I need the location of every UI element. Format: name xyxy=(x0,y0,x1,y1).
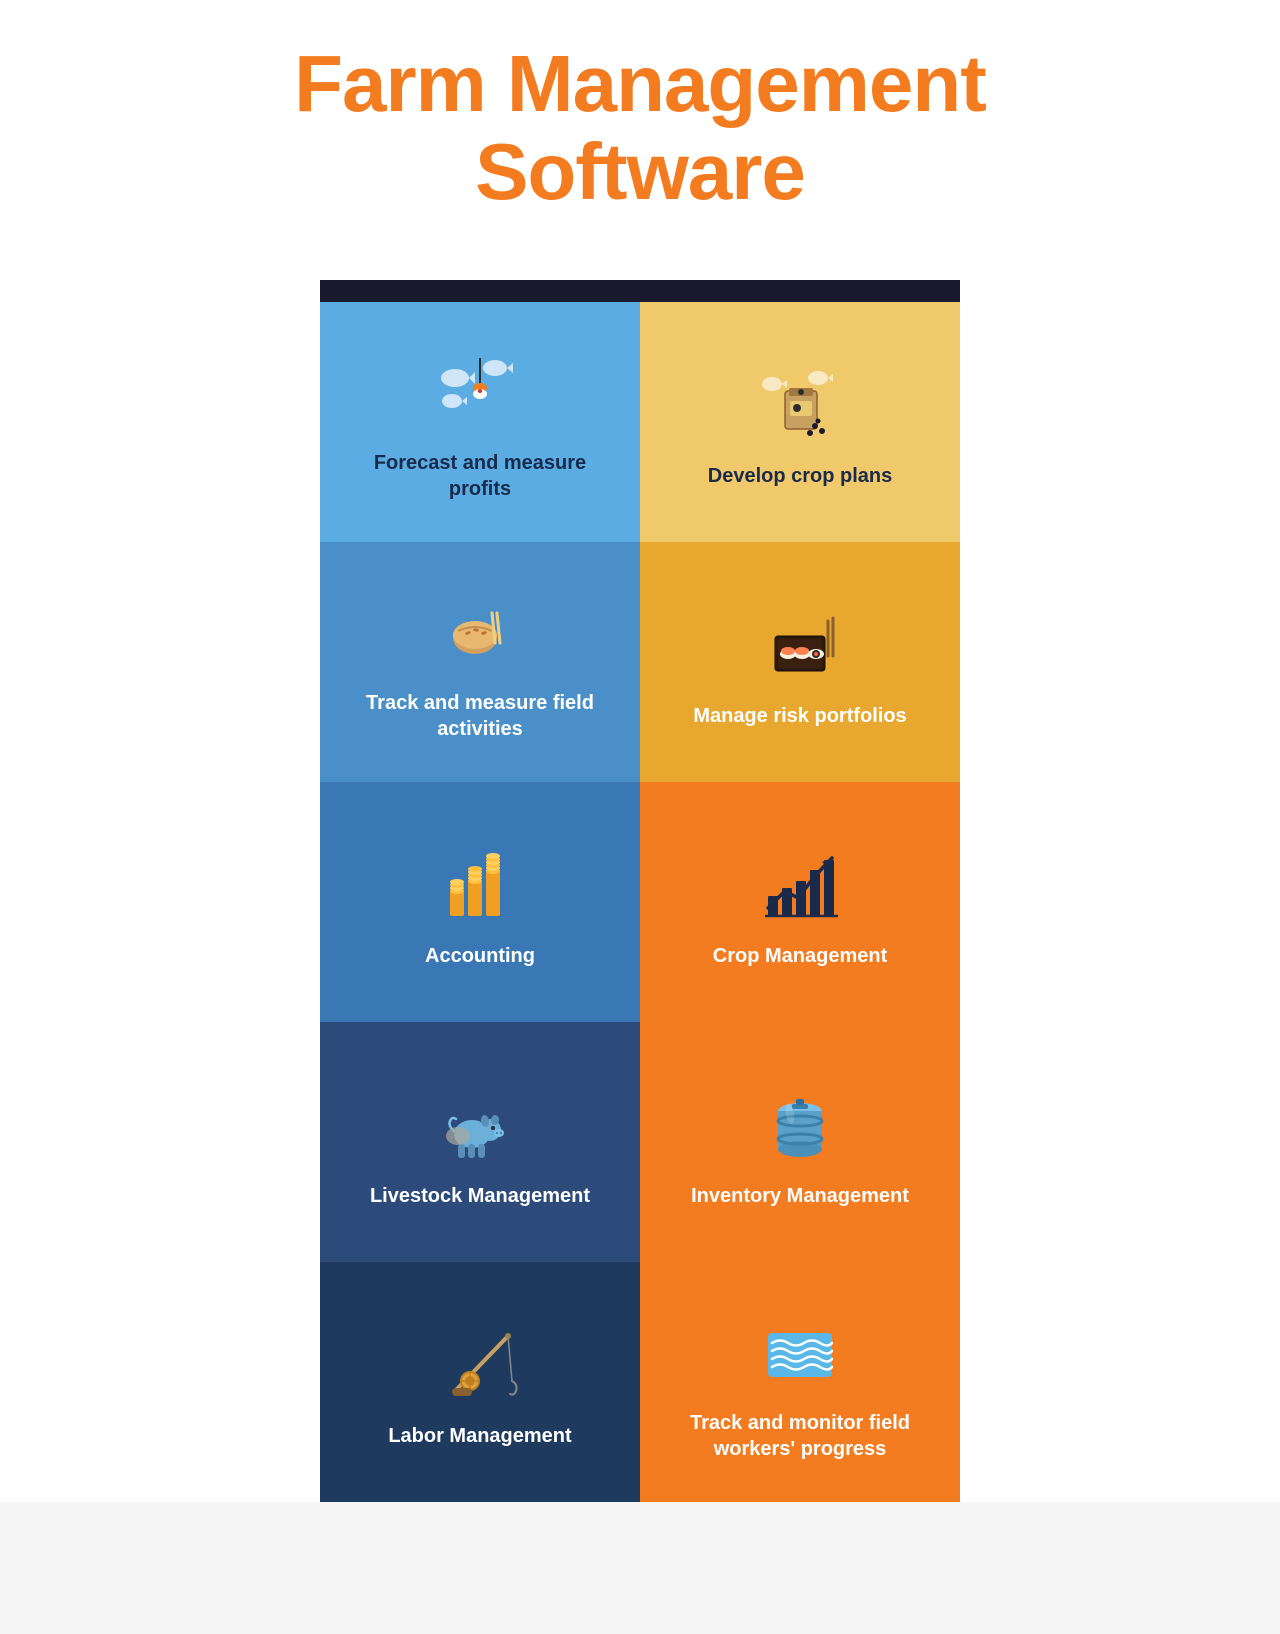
cell-inventory[interactable]: Inventory Management xyxy=(640,1022,960,1262)
risk-label: Manage risk portfolios xyxy=(693,703,906,729)
crop-management-label: Crop Management xyxy=(713,943,887,969)
cell-crop-plans[interactable]: Develop crop plans xyxy=(640,302,960,542)
fishing-float-icon xyxy=(435,348,525,438)
food-icon xyxy=(435,588,525,678)
forecast-label: Forecast and measure profits xyxy=(340,450,620,502)
cell-livestock[interactable]: Livestock Management xyxy=(320,1022,640,1262)
accounting-label: Accounting xyxy=(425,943,535,969)
coins-icon xyxy=(435,841,525,931)
labor-label: Labor Management xyxy=(388,1423,571,1449)
track-field-label: Track and measure field activities xyxy=(340,690,620,742)
cell-track-field[interactable]: Track and measure field activities xyxy=(320,542,640,782)
cell-accounting[interactable]: Accounting xyxy=(320,782,640,1022)
fishing-rod-icon xyxy=(435,1321,525,1411)
header: Farm Management Software xyxy=(0,0,1280,280)
water-waves-icon xyxy=(755,1308,845,1398)
seed-bag-icon xyxy=(755,361,845,451)
page-title: Farm Management Software xyxy=(20,40,1260,216)
cell-forecast[interactable]: Forecast and measure profits xyxy=(320,302,640,542)
sushi-icon xyxy=(755,601,845,691)
cell-track-workers[interactable]: Track and monitor field workers' progres… xyxy=(640,1262,960,1502)
track-workers-label: Track and monitor field workers' progres… xyxy=(660,1410,940,1462)
cell-crop-management[interactable]: Crop Management xyxy=(640,782,960,1022)
feature-grid: Forecast and measure profits xyxy=(320,280,960,1502)
cell-risk[interactable]: Manage risk portfolios xyxy=(640,542,960,782)
livestock-icon xyxy=(435,1081,525,1171)
grid-layout: Forecast and measure profits xyxy=(320,302,960,1502)
top-bar xyxy=(320,280,960,302)
inventory-label: Inventory Management xyxy=(691,1183,909,1209)
livestock-label: Livestock Management xyxy=(370,1183,590,1209)
growth-chart-icon xyxy=(755,841,845,931)
cell-labor[interactable]: Labor Management xyxy=(320,1262,640,1502)
barrel-icon xyxy=(755,1081,845,1171)
crop-plans-label: Develop crop plans xyxy=(708,463,893,489)
